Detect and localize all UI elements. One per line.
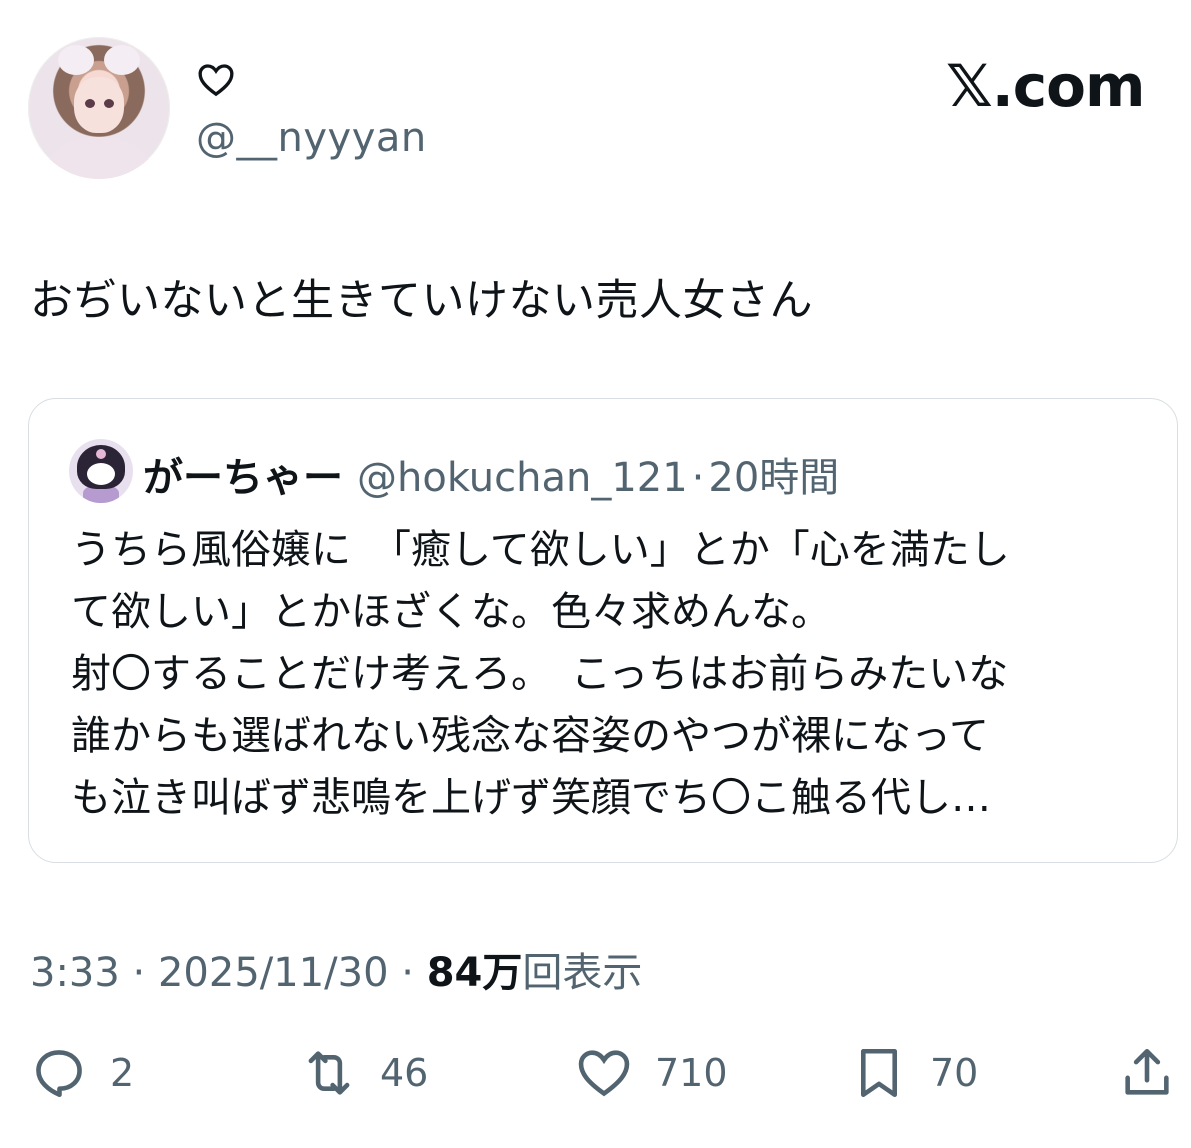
avatar-eye-right bbox=[104, 99, 114, 108]
bookmark-icon bbox=[860, 1048, 898, 1098]
retweet-count: 46 bbox=[380, 1051, 429, 1095]
quoted-line: て欲しい」とかほざくな。色々求めんな。 bbox=[71, 589, 831, 635]
views-count: 84万 bbox=[426, 950, 523, 996]
meta-separator: · bbox=[401, 950, 427, 996]
reply-count: 2 bbox=[110, 1051, 135, 1095]
quoted-line: 誰からも選ばれない残念な容姿のやつが裸になって bbox=[71, 713, 989, 759]
views-label: 回表示 bbox=[522, 950, 643, 996]
action-bar: 2 46 710 70 bbox=[0, 1038, 1191, 1108]
avatar-shoulder bbox=[48, 137, 150, 179]
avatar-face bbox=[74, 77, 124, 133]
quoted-line: も泣き叫ばず悲鳴を上げず笑顔でち〇こ触る代し… bbox=[71, 775, 991, 821]
tweet-text: おぢいないと生きていけない売人女さん bbox=[30, 276, 813, 326]
share-icon bbox=[1125, 1048, 1169, 1095]
brand-logo: 𝕏.com bbox=[946, 52, 1145, 120]
quoted-line: 射〇することだけ考えろ。 こっちはお前らみたいな bbox=[71, 651, 1009, 697]
like-button[interactable]: 710 bbox=[575, 1038, 728, 1108]
meta-separator: · bbox=[132, 950, 158, 996]
tweet-time[interactable]: 3:33 bbox=[30, 950, 120, 996]
like-count: 710 bbox=[655, 1051, 728, 1095]
avatar-eye-left bbox=[85, 99, 95, 108]
quoted-author-name[interactable]: がーちゃー bbox=[143, 455, 343, 501]
avatar-skull-emblem bbox=[96, 449, 106, 459]
avatar-ear-left bbox=[58, 45, 94, 75]
meta-separator: · bbox=[691, 455, 705, 501]
avatar-ear-right bbox=[104, 45, 140, 75]
quoted-header: がーちゃー @hokuchan_121 · 20時間 bbox=[143, 445, 839, 503]
retweet-button[interactable]: 46 bbox=[300, 1038, 428, 1108]
tweet-timestamp: 3:33 · 2025/11/30 · 84万回表示 bbox=[30, 940, 642, 998]
avatar-face bbox=[87, 463, 115, 485]
author-handle[interactable]: @__nyyyan bbox=[196, 115, 427, 161]
quoted-tweet-card[interactable]: がーちゃー @hokuchan_121 · 20時間 うちら風俗嬢に 「癒して欲しい」… bbox=[28, 398, 1178, 863]
author-avatar[interactable] bbox=[28, 37, 170, 179]
reply-icon bbox=[36, 1050, 82, 1098]
quoted-author-avatar[interactable] bbox=[69, 439, 133, 503]
heart-icon bbox=[578, 1050, 630, 1097]
quoted-author-handle[interactable]: @hokuchan_121 bbox=[357, 455, 688, 501]
retweet-icon bbox=[308, 1051, 350, 1095]
bookmark-count: 70 bbox=[930, 1051, 979, 1095]
quoted-tweet-text: うちら風俗嬢に 「癒して欲しい」とか「心を満たし て欲しい」とかほざくな。色々求… bbox=[71, 519, 1151, 829]
share-button[interactable] bbox=[1118, 1038, 1176, 1108]
tweet-date[interactable]: 2025/11/30 bbox=[158, 950, 389, 996]
quoted-line: うちら風俗嬢に 「癒して欲しい」とか「心を満たし bbox=[71, 527, 1010, 573]
bookmark-button[interactable]: 70 bbox=[850, 1038, 978, 1108]
heart-outline-icon[interactable] bbox=[196, 60, 236, 100]
quoted-time-ago: 20時間 bbox=[708, 455, 840, 501]
reply-button[interactable]: 2 bbox=[30, 1038, 134, 1108]
